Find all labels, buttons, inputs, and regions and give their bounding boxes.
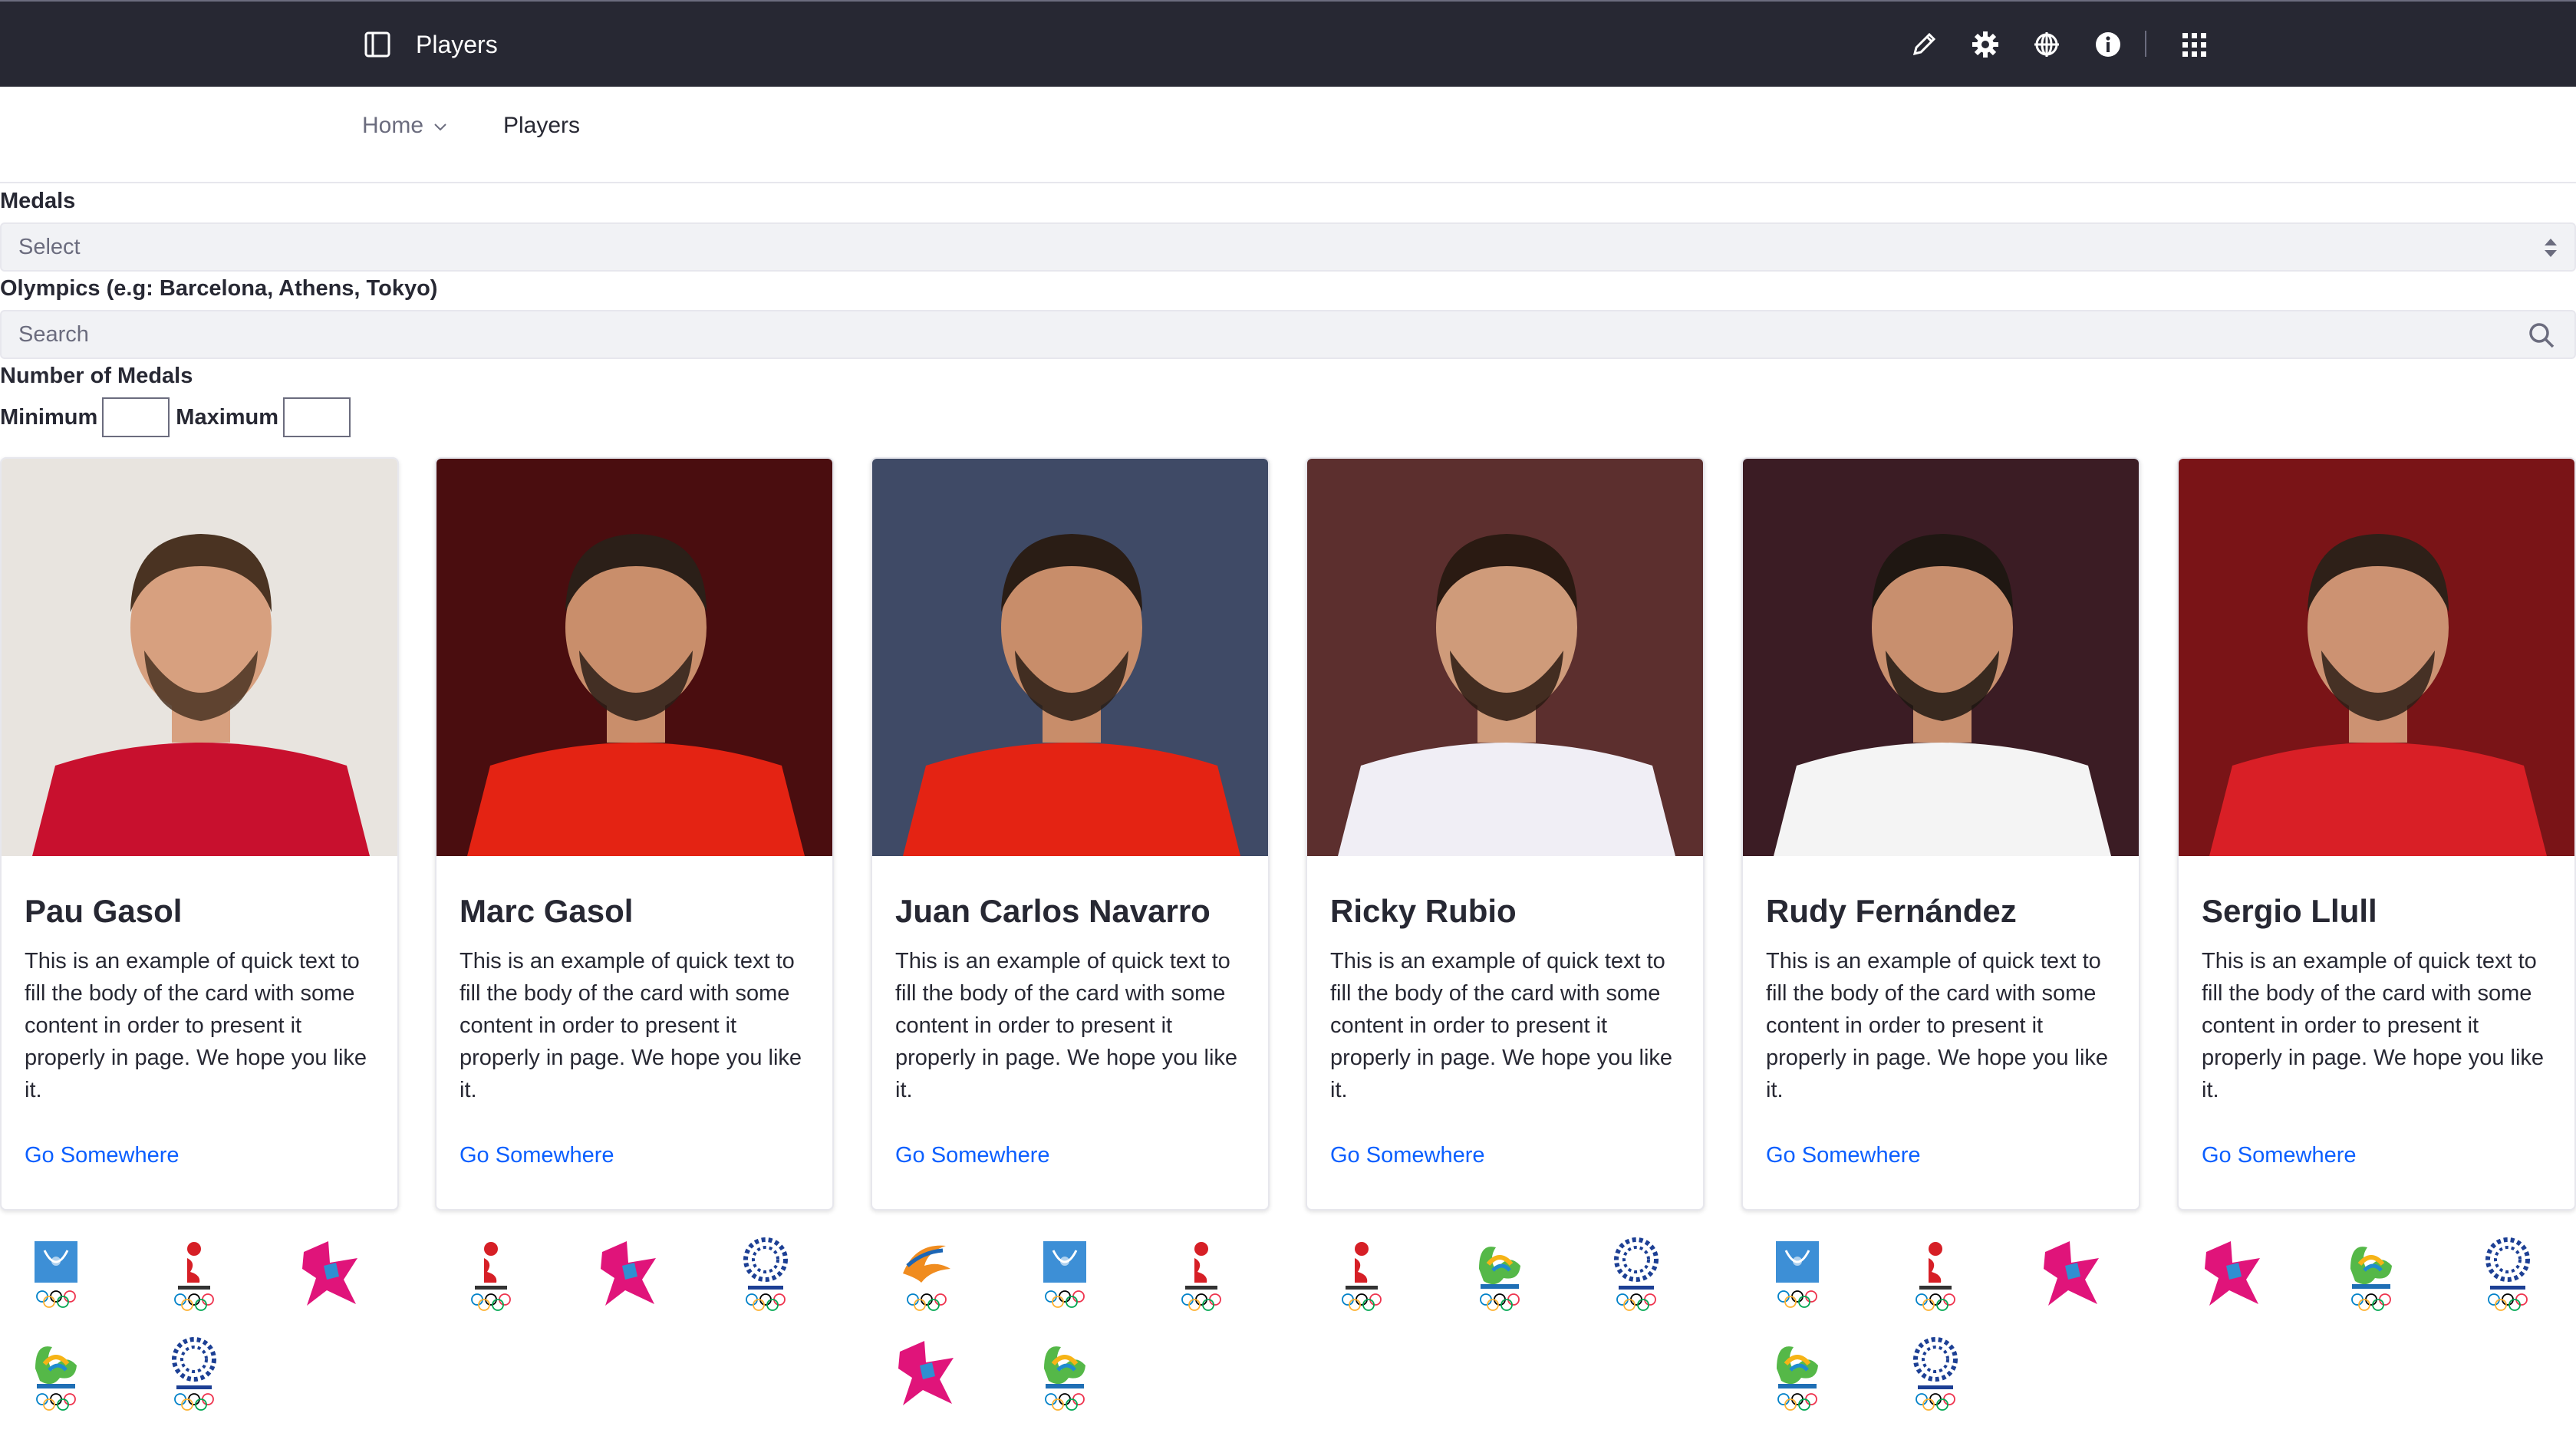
go-somewhere-link[interactable]: Go Somewhere [1766, 1143, 1921, 1168]
minimum-label: Minimum [0, 404, 98, 430]
player-photo [872, 459, 1268, 856]
maximum-input[interactable] [283, 397, 351, 437]
rio-2016-olympics-logo [2337, 1235, 2406, 1312]
beijing-2008-olympics-logo [456, 1235, 525, 1312]
select-caret-icon [2542, 236, 2559, 263]
tokyo-2020-olympics-logo [1901, 1335, 1970, 1412]
beijing-2008-olympics-logo [1901, 1235, 1970, 1312]
card-title: Juan Carlos Navarro [895, 893, 1211, 929]
go-somewhere-link[interactable]: Go Somewhere [25, 1143, 180, 1168]
olympics-search-input[interactable]: Search [0, 310, 2576, 359]
page-title: Players [416, 31, 498, 58]
player-card: Rudy Fernández This is an example of quic… [1741, 457, 2140, 1211]
beijing-2008-olympics-logo [1327, 1235, 1396, 1312]
card-body-text: This is an example of quick text to fill… [25, 949, 367, 1102]
player-card: Marc Gasol This is an example of quick te… [435, 457, 834, 1211]
rio-2016-olympics-logo [21, 1335, 91, 1412]
breadcrumb: Home Players [0, 87, 2576, 183]
edit-icon[interactable] [1909, 29, 1939, 60]
sydney-2000-olympics-logo [892, 1235, 961, 1312]
minimum-input[interactable] [102, 397, 170, 437]
athens-2004-olympics-logo [1763, 1235, 1832, 1312]
breadcrumb-current: Players [503, 113, 581, 138]
go-somewhere-link[interactable]: Go Somewhere [2202, 1143, 2357, 1168]
top-bar: Players [0, 0, 2576, 87]
breadcrumb-home[interactable]: Home [362, 113, 448, 139]
sidebar-toggle-icon[interactable] [362, 29, 393, 60]
card-body-text: This is an example of quick text to fill… [1766, 949, 2109, 1102]
london-2012-olympics-logo [296, 1235, 365, 1312]
chevron-down-icon [434, 124, 446, 131]
card-body-text: This is an example of quick text to fill… [1330, 949, 1673, 1102]
card-body-text: This is an example of quick text to fill… [2202, 949, 2545, 1102]
info-icon[interactable] [2093, 29, 2123, 60]
player-card: Sergio Llull This is an example of quick … [2177, 457, 2576, 1211]
gear-icon[interactable] [1970, 29, 2001, 60]
go-somewhere-link[interactable]: Go Somewhere [895, 1143, 1050, 1168]
medals-select-value: Select [18, 235, 81, 259]
tokyo-2020-olympics-logo [2473, 1235, 2542, 1312]
player-photo [2, 459, 397, 856]
medals-label: Medals [0, 189, 76, 213]
medal-count-range: Minimum Maximum [0, 396, 357, 439]
apps-grid-icon[interactable] [2179, 29, 2209, 60]
olympics-search-placeholder: Search [18, 322, 89, 347]
card-title: Marc Gasol [460, 893, 634, 929]
london-2012-olympics-logo [892, 1335, 961, 1412]
london-2012-olympics-logo [2037, 1235, 2107, 1312]
search-icon[interactable] [2527, 321, 2556, 354]
beijing-2008-olympics-logo [1167, 1235, 1236, 1312]
player-card: Ricky Rubio This is an example of quick t… [1306, 457, 1705, 1211]
number-of-medals-label: Number of Medals [0, 364, 193, 388]
london-2012-olympics-logo [595, 1235, 664, 1312]
tokyo-2020-olympics-logo [731, 1235, 800, 1312]
athens-2004-olympics-logo [1030, 1235, 1099, 1312]
player-photo [1307, 459, 1703, 856]
card-title: Rudy Fernández [1766, 893, 2017, 929]
rio-2016-olympics-logo [1465, 1235, 1534, 1312]
card-body-text: This is an example of quick text to fill… [460, 949, 802, 1102]
athens-2004-olympics-logo [21, 1235, 91, 1312]
rio-2016-olympics-logo [1763, 1335, 1832, 1412]
card-body-text: This is an example of quick text to fill… [895, 949, 1238, 1102]
rio-2016-olympics-logo [1030, 1335, 1099, 1412]
london-2012-olympics-logo [2199, 1235, 2268, 1312]
maximum-label: Maximum [176, 404, 279, 430]
player-photo [1743, 459, 2139, 856]
card-title: Pau Gasol [25, 893, 183, 929]
breadcrumb-home-label: Home [362, 113, 424, 138]
player-card: Pau Gasol This is an example of quick tex… [0, 457, 399, 1211]
go-somewhere-link[interactable]: Go Somewhere [460, 1143, 614, 1168]
go-somewhere-link[interactable]: Go Somewhere [1330, 1143, 1485, 1168]
player-photo [2179, 459, 2574, 856]
globe-target-icon[interactable] [2031, 29, 2062, 60]
tokyo-2020-olympics-logo [160, 1335, 229, 1412]
player-photo [436, 459, 832, 856]
tokyo-2020-olympics-logo [1602, 1235, 1671, 1312]
card-title: Sergio Llull [2202, 893, 2377, 929]
olympics-label: Olympics (e.g: Barcelona, Athens, Tokyo) [0, 276, 438, 301]
card-title: Ricky Rubio [1330, 893, 1517, 929]
beijing-2008-olympics-logo [160, 1235, 229, 1312]
medals-select[interactable]: Select [0, 222, 2576, 272]
player-card: Juan Carlos Navarro This is an example of… [871, 457, 1270, 1211]
toolbar-divider [2145, 31, 2146, 57]
